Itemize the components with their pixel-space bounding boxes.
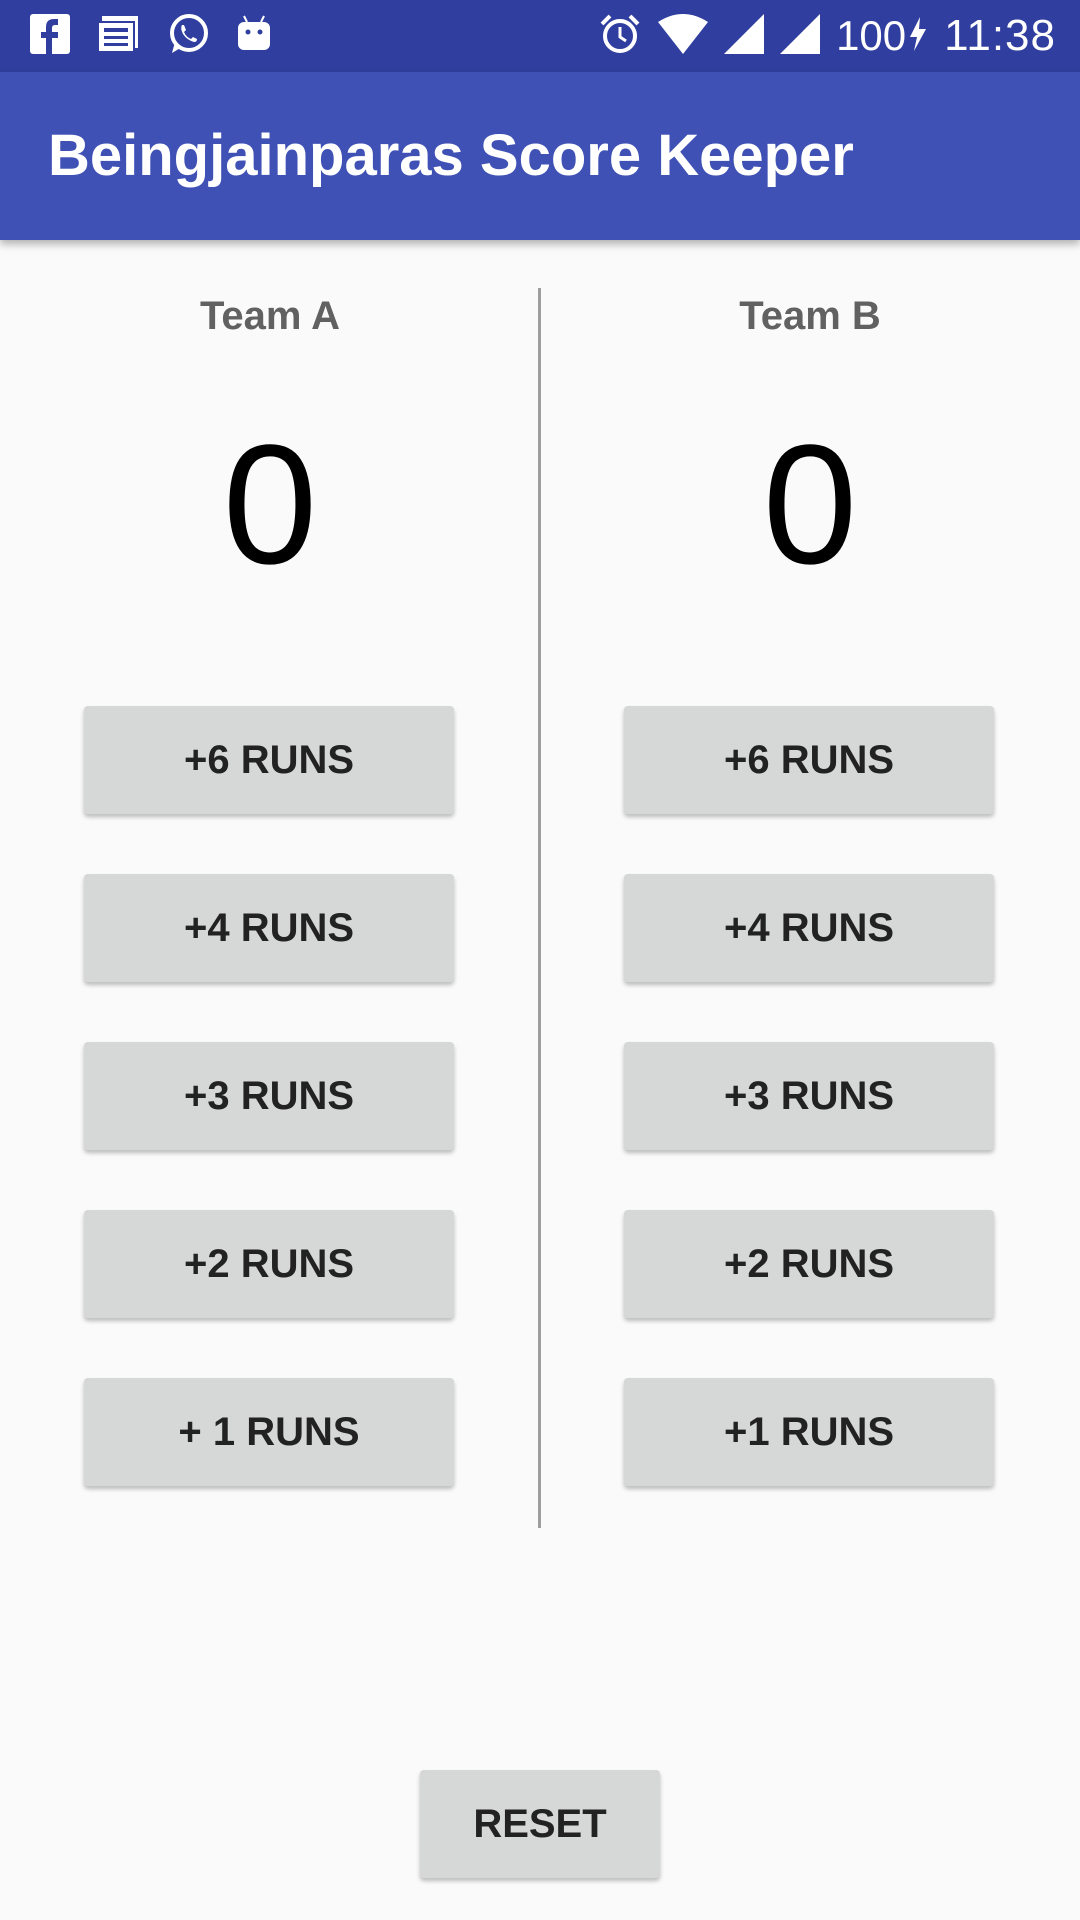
wifi-icon: [658, 13, 709, 59]
android-icon: [236, 14, 272, 59]
team-a-plus-3-button[interactable]: +3 RUNS: [84, 1042, 454, 1150]
whatsapp-icon: [166, 12, 210, 61]
team-a-name: Team A: [199, 294, 341, 338]
team-a-plus-6-button[interactable]: +6 RUNS: [84, 706, 454, 814]
cell-signal-2-icon: [780, 13, 821, 59]
team-b-score: 0: [762, 410, 858, 600]
team-a-plus-2-button[interactable]: +2 RUNS: [84, 1210, 454, 1318]
team-b-plus-4-button[interactable]: +4 RUNS: [624, 874, 994, 982]
status-bar: 100 11:38: [0, 0, 1080, 72]
status-time: 11:38: [944, 11, 1056, 60]
notification-icons: [30, 12, 272, 60]
team-b-plus-6-button[interactable]: +6 RUNS: [624, 706, 994, 814]
team-b-plus-3-button[interactable]: +3 RUNS: [624, 1042, 994, 1150]
cell-signal-icon: [724, 13, 765, 59]
team-a-score: 0: [222, 410, 318, 600]
app-bar: Beingjainparas Score Keeper: [0, 72, 1080, 240]
app-title: Beingjainparas Score Keeper: [48, 123, 854, 188]
team-b-plus-1-button[interactable]: +1 RUNS: [624, 1378, 994, 1486]
battery-charging-icon: [908, 16, 928, 56]
team-b-plus-2-button[interactable]: +2 RUNS: [624, 1210, 994, 1318]
battery-level: 100: [836, 12, 907, 59]
team-a-plus-1-button[interactable]: + 1 RUNS: [84, 1378, 454, 1486]
news-icon: [96, 14, 140, 59]
system-indicators: 100 11:38: [598, 11, 1056, 61]
facebook-icon: [30, 13, 70, 59]
team-b-name: Team B: [739, 294, 881, 338]
reset-button[interactable]: RESET: [420, 1770, 660, 1878]
team-a-plus-4-button[interactable]: +4 RUNS: [84, 874, 454, 982]
alarm-icon: [598, 12, 642, 61]
battery-indicator: 100: [836, 12, 928, 60]
